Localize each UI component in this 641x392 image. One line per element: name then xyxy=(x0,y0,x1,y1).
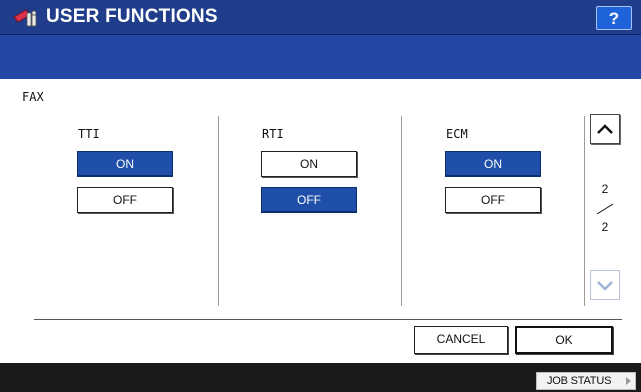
column-divider xyxy=(584,116,585,306)
job-status-button[interactable]: JOB STATUS xyxy=(536,372,636,390)
actions-divider xyxy=(34,319,622,320)
section-label: FAX xyxy=(22,90,44,104)
page-title: USER FUNCTIONS xyxy=(46,6,218,27)
scroll-up-button[interactable] xyxy=(590,114,620,144)
chevron-down-icon xyxy=(597,281,613,291)
column-divider xyxy=(218,116,219,306)
ecm-on-button[interactable]: ON xyxy=(445,151,541,177)
ok-button[interactable]: OK xyxy=(515,326,613,354)
tti-on-button[interactable]: ON xyxy=(77,151,173,177)
job-status-label: JOB STATUS xyxy=(547,375,612,387)
ecm-label: ECM xyxy=(446,127,468,141)
message-bar xyxy=(0,35,641,79)
title-bar: USER FUNCTIONS ? xyxy=(0,0,641,35)
arrow-right-icon xyxy=(626,377,631,385)
cancel-button[interactable]: CANCEL xyxy=(414,326,508,354)
total-pages: 2 xyxy=(601,220,609,234)
column-divider xyxy=(401,116,402,306)
help-button[interactable]: ? xyxy=(596,6,632,30)
tti-label: TTI xyxy=(78,127,100,141)
rti-label: RTI xyxy=(262,127,284,141)
user-functions-icon xyxy=(13,9,37,27)
page-separator xyxy=(596,203,614,215)
rti-on-button[interactable]: ON xyxy=(261,151,357,177)
rti-off-button[interactable]: OFF xyxy=(261,187,357,213)
current-page: 2 xyxy=(601,182,609,196)
ecm-off-button[interactable]: OFF xyxy=(445,187,541,213)
tti-off-button[interactable]: OFF xyxy=(77,187,173,213)
scroll-down-button[interactable] xyxy=(590,270,620,300)
chevron-up-icon xyxy=(597,124,613,134)
